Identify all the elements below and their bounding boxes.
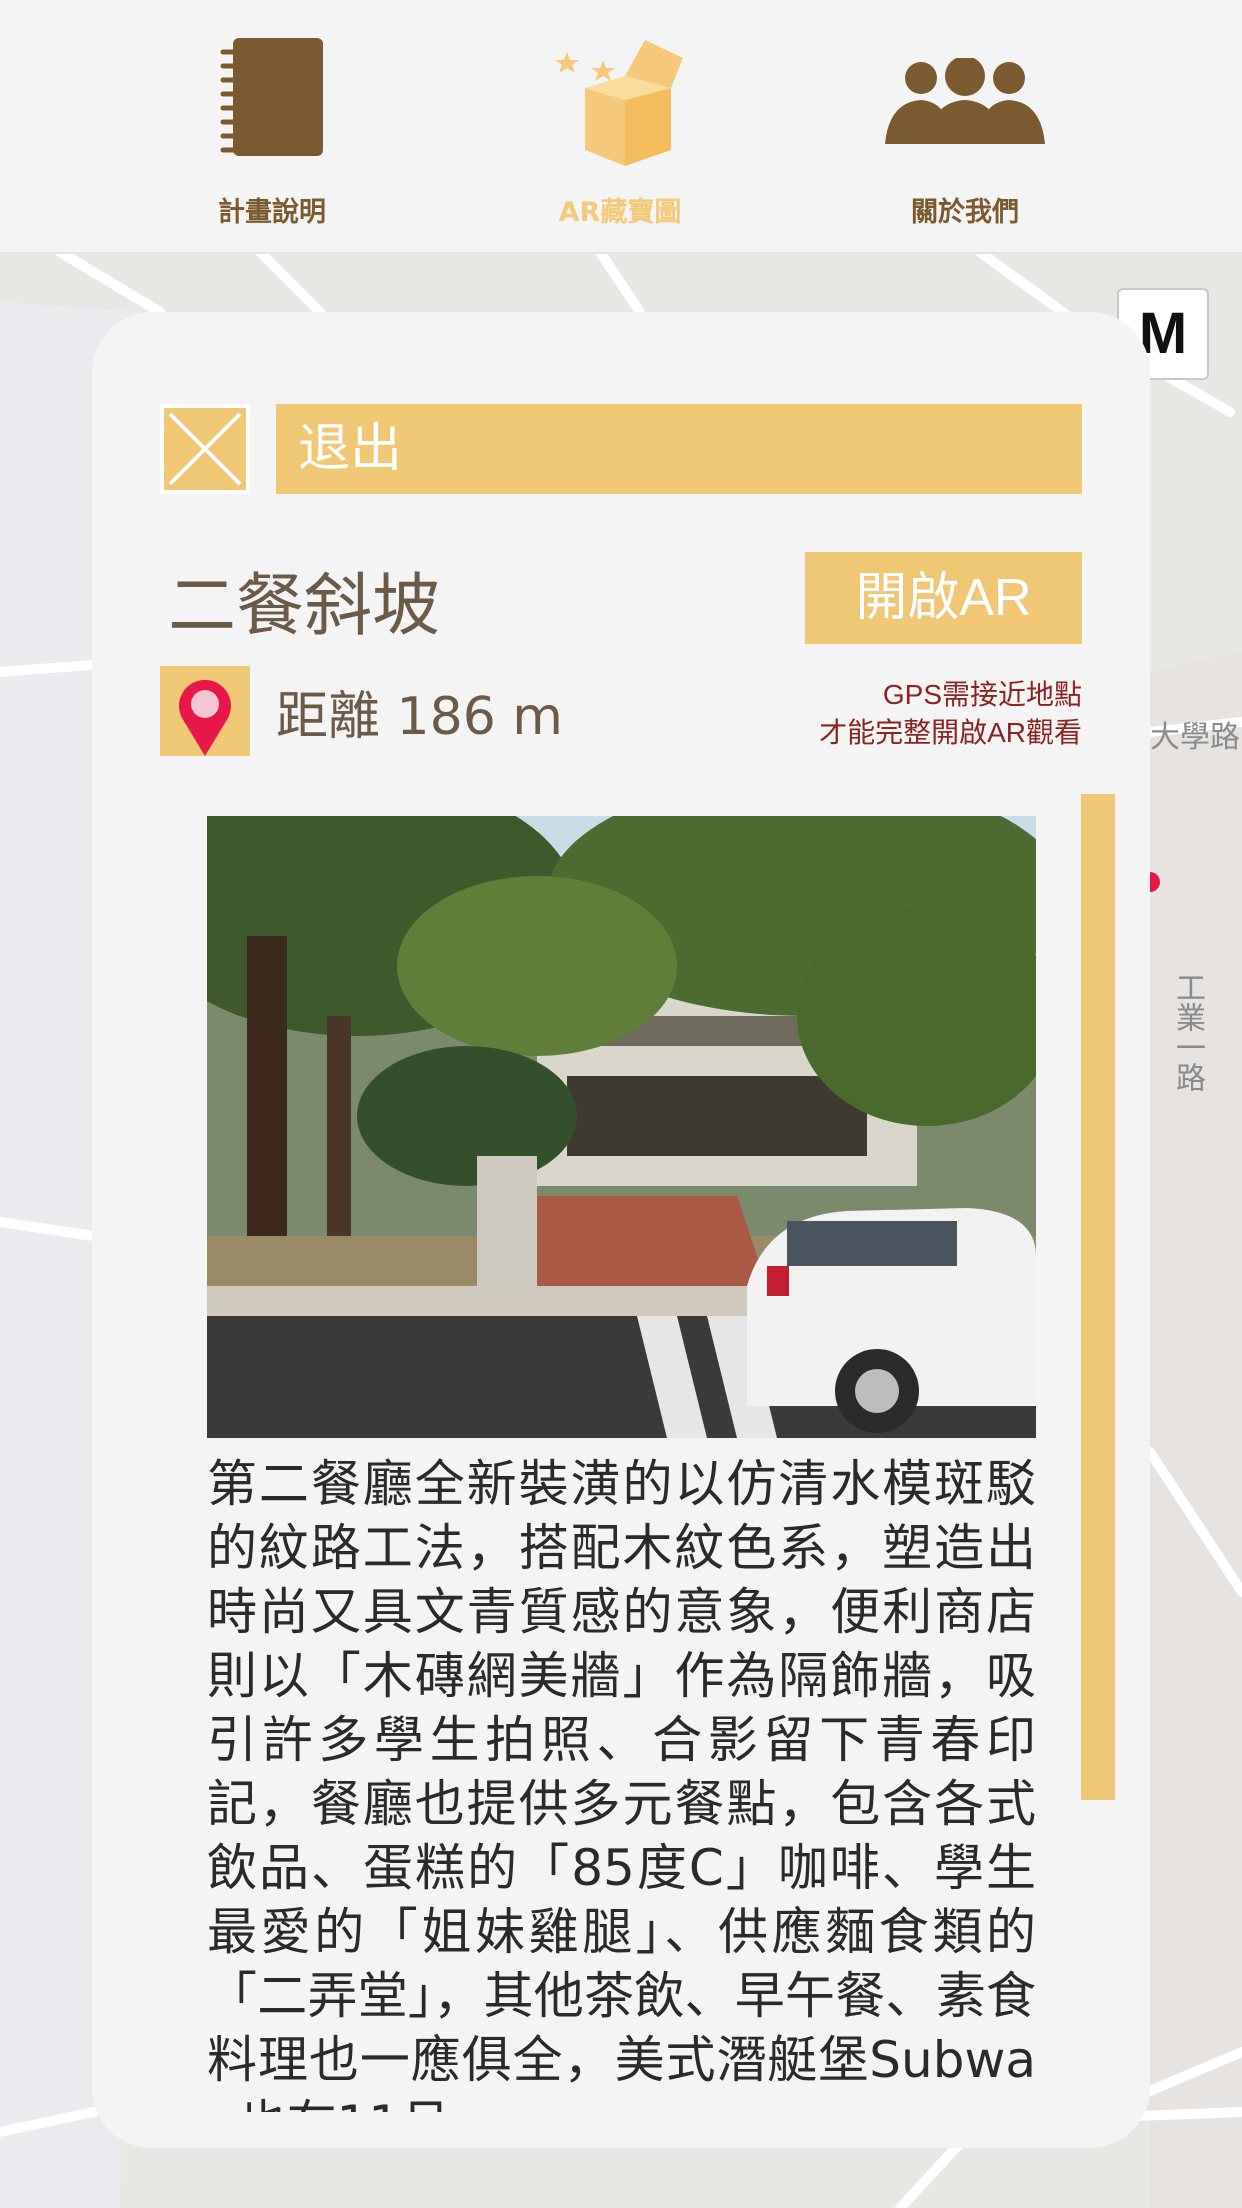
location-pin-icon <box>160 666 250 756</box>
close-icon <box>168 412 242 486</box>
gps-note-line2: 才能完整開啟AR觀看 <box>819 717 1082 748</box>
treasure-box-icon <box>555 38 685 172</box>
location-photo <box>207 816 1036 1438</box>
exit-button[interactable]: 退出 <box>276 404 1082 494</box>
map-label-road: 大學路 <box>1150 720 1240 755</box>
nav-label-about-us: 關於我們 <box>911 197 1019 228</box>
place-title: 二餐斜坡 <box>168 567 441 646</box>
open-ar-button[interactable]: 開啟AR <box>805 552 1082 644</box>
gps-note: GPS需接近地點 才能完整開啟AR觀看 <box>819 676 1082 752</box>
nav-ar-treasure-map[interactable]: AR藏寶圖 <box>490 0 750 252</box>
location-info-panel: 退出 二餐斜坡 開啟AR 距離 186 m GPS需接近地點 才能完整開啟AR觀… <box>92 312 1150 2148</box>
people-group-icon <box>885 56 1045 152</box>
nav-label-ar-treasure-map: AR藏寶圖 <box>558 197 682 228</box>
map-label-road-2: 工業一路 <box>1170 972 1205 1092</box>
location-description: 第二餐廳全新裝潢的以仿清水模斑駁的紋路工法，搭配木紋色系，塑造出時尚又具文青質感… <box>207 1455 1036 2112</box>
nav-project-info[interactable]: 計畫說明 <box>142 0 402 252</box>
nav-label-project-info: 計畫說明 <box>218 197 326 228</box>
close-button[interactable] <box>160 404 250 494</box>
nav-about-us[interactable]: 關於我們 <box>835 0 1095 252</box>
notebook-icon <box>217 38 327 164</box>
distance-text: 距離 186 m <box>276 687 563 747</box>
gps-note-line1: GPS需接近地點 <box>882 679 1082 710</box>
scrollbar[interactable] <box>1081 794 1115 1800</box>
top-nav: 計畫說明 AR藏寶圖 關於我們 <box>0 0 1242 254</box>
